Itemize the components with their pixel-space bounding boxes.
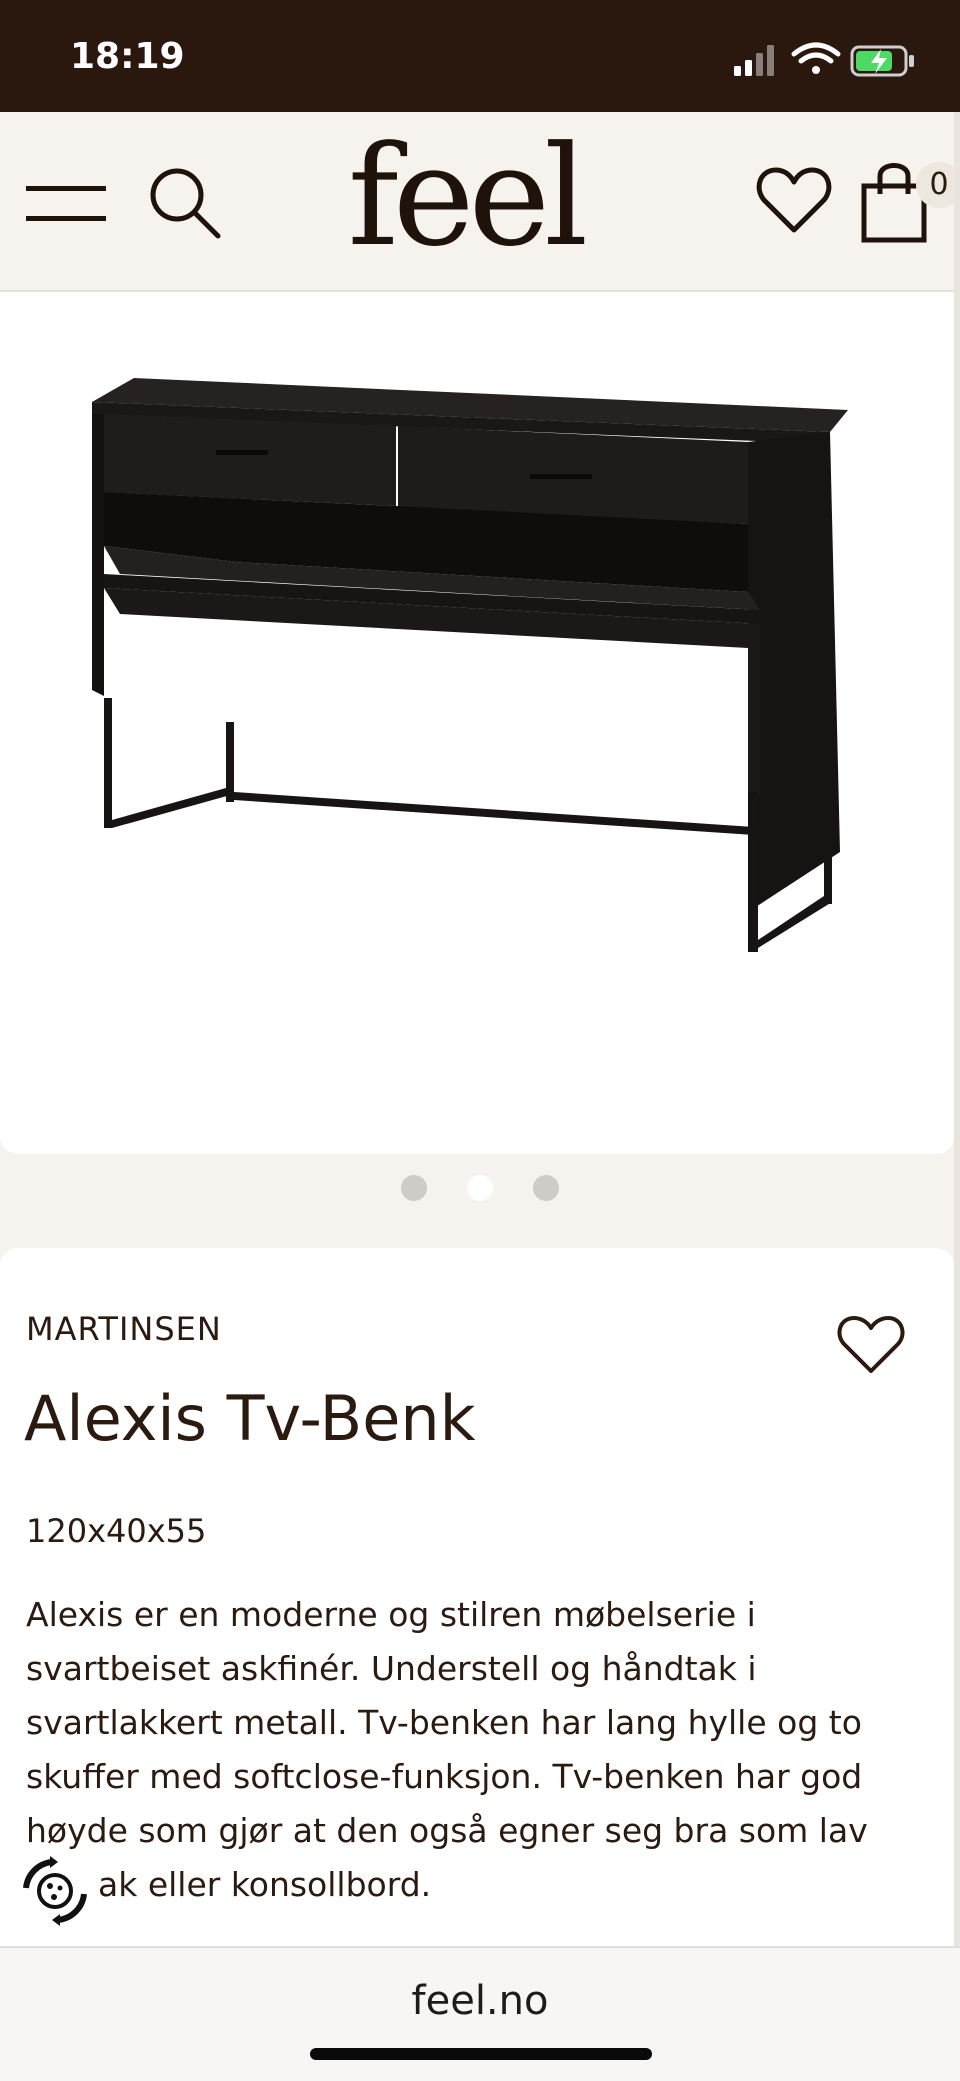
carousel-dot-2-active[interactable]	[467, 1175, 493, 1201]
wifi-icon	[791, 42, 841, 74]
product-image[interactable]	[0, 292, 954, 1154]
carousel-dot-1[interactable]	[401, 1175, 427, 1201]
product-description: Alexis er en moderne og stilren møbelser…	[26, 1588, 946, 1912]
signal-icon	[734, 45, 774, 76]
search-icon[interactable]	[146, 164, 224, 242]
description-line: høyde som gjør at den også egner seg bra…	[26, 1811, 868, 1850]
cookie-settings-icon[interactable]	[12, 1848, 98, 1934]
tv-bench-illustration	[92, 378, 848, 952]
home-indicator[interactable]	[310, 2048, 652, 2060]
description-line: ak eller konsollbord.	[98, 1865, 432, 1904]
description-line: skuffer med softclose-funksjon. Tv-benke…	[26, 1757, 863, 1796]
carousel-dots	[0, 1166, 960, 1210]
description-line: Alexis er en moderne og stilren møbelser…	[26, 1595, 756, 1634]
status-icons	[734, 42, 914, 77]
feel-logo[interactable]: feel	[330, 122, 600, 272]
product-info-card: MARTINSEN Alexis Tv-Benk 120x40x55 Alexi…	[0, 1248, 954, 1948]
product-dimensions: 120x40x55	[26, 1512, 207, 1550]
browser-url-bar[interactable]: feel.no	[0, 1946, 960, 2081]
product-title: Alexis Tv-Benk	[24, 1382, 476, 1455]
url-text[interactable]: feel.no	[0, 1978, 960, 2024]
description-line: svartlakkert metall. Tv-benken har lang …	[26, 1703, 862, 1742]
site-header: feel 0	[0, 112, 960, 292]
carousel-dot-3[interactable]	[533, 1175, 559, 1201]
status-time: 18:19	[70, 36, 185, 77]
status-bar: 18:19	[0, 0, 960, 112]
menu-icon[interactable]	[26, 184, 106, 224]
wishlist-heart-icon[interactable]	[756, 166, 832, 236]
product-brand[interactable]: MARTINSEN	[26, 1310, 222, 1348]
description-line: svartbeiset askfinér. Understell og hånd…	[26, 1649, 757, 1688]
add-to-wishlist-heart-icon[interactable]	[836, 1314, 906, 1376]
scrollbar[interactable]	[954, 112, 960, 1946]
battery-icon	[850, 45, 914, 77]
